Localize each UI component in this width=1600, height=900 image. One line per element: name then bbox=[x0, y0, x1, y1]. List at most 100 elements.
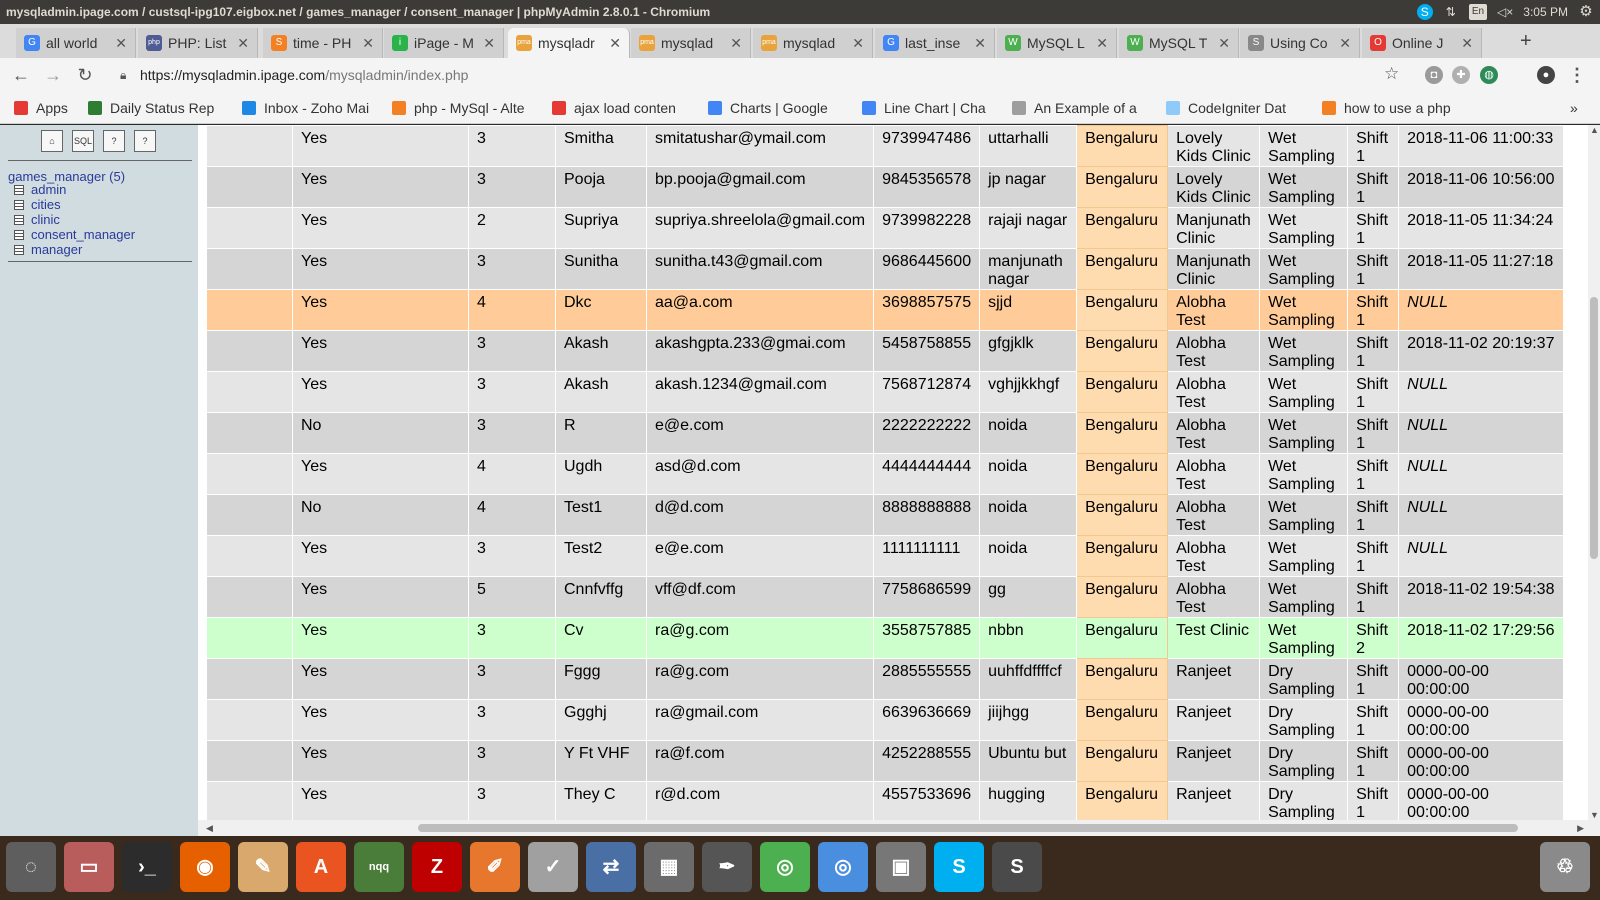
menu-kebab-icon[interactable]: ⋮ bbox=[1566, 64, 1588, 86]
table-row[interactable]: Yes 3 Fggg ra@g.com 2885555555 uuhffdffffcf Be… bbox=[206, 658, 1565, 700]
inkscape-icon[interactable]: ✒ bbox=[702, 842, 752, 892]
browser-tab[interactable]: pma mysqlad ✕ bbox=[631, 28, 751, 58]
table-row[interactable]: Yes 3 Akash akash.1234@gmail.com 7568712874 v… bbox=[206, 371, 1565, 413]
table-row[interactable]: No 4 Test1 d@d.com 8888888888 noida Bengaluru A… bbox=[206, 494, 1565, 536]
notepadqq-icon[interactable]: nqq bbox=[354, 842, 404, 892]
scroll-right-arrow-icon[interactable]: ▶ bbox=[1577, 823, 1584, 834]
horizontal-scrollbar[interactable]: ◀ ▶ bbox=[198, 820, 1600, 836]
close-icon[interactable]: ✕ bbox=[1218, 35, 1230, 52]
scrollbar-thumb[interactable] bbox=[1590, 297, 1598, 559]
docs-icon[interactable]: ? bbox=[134, 130, 156, 152]
close-icon[interactable]: ✕ bbox=[609, 35, 621, 52]
table-row[interactable]: Yes 4 Dkc aa@a.com 3698857575 sjjd Bengaluru Al… bbox=[206, 289, 1565, 331]
sidebar-table-link[interactable]: cities bbox=[14, 197, 61, 212]
skype-icon[interactable]: S bbox=[934, 842, 984, 892]
close-icon[interactable]: ✕ bbox=[1461, 35, 1473, 52]
text-editor-icon[interactable]: ✎ bbox=[238, 842, 288, 892]
table-row[interactable]: Yes 3 Sunitha sunitha.t43@gmail.com 96864456… bbox=[206, 248, 1565, 290]
table-row[interactable]: Yes 3 Cv ra@g.com 3558757885 nbbn Bengaluru Tes… bbox=[206, 617, 1565, 659]
keyboard-layout-indicator[interactable]: En bbox=[1468, 4, 1488, 20]
sublime-text-icon[interactable]: S bbox=[992, 842, 1042, 892]
color-picker-icon[interactable]: ✐ bbox=[470, 842, 520, 892]
ubuntu-dash-icon[interactable]: ◌ bbox=[6, 842, 56, 892]
bookmark-star-icon[interactable]: ☆ bbox=[1384, 64, 1399, 84]
browser-tab[interactable]: Stime - PH ✕ bbox=[263, 28, 383, 58]
bookmarks-overflow-icon[interactable]: » bbox=[1570, 98, 1578, 118]
table-row[interactable]: Yes 3 Ggghj ra@gmail.com 6639636669 jiijhgg Be… bbox=[206, 699, 1565, 741]
sidebar-table-link[interactable]: clinic bbox=[14, 212, 60, 227]
bookmark-item[interactable]: ajax load conten bbox=[552, 98, 692, 118]
close-icon[interactable]: ✕ bbox=[1096, 35, 1108, 52]
firefox-icon[interactable]: ◉ bbox=[180, 842, 230, 892]
address-bar[interactable]: 🔒︎ https://mysqladmin.ipage.com/mysqladm… bbox=[112, 62, 1382, 88]
volume-muted-icon[interactable]: ◁× bbox=[1497, 4, 1513, 20]
scroll-left-arrow-icon[interactable]: ◀ bbox=[206, 823, 213, 834]
horizontal-scrollbar-thumb[interactable] bbox=[418, 824, 1518, 832]
table-row[interactable]: Yes 3 They Cr@d.com 4557533696 hugging Bengal… bbox=[206, 781, 1565, 820]
browser-tab[interactable]: W MySQL T ✕ bbox=[1119, 28, 1239, 58]
table-row[interactable]: Yes 2 Supriya supriya.shreelola@gmail.com 97… bbox=[206, 207, 1565, 249]
settings-gear-icon[interactable]: ⚙ bbox=[1578, 4, 1594, 20]
bookmark-item[interactable]: Inbox - Zoho Mai bbox=[242, 98, 380, 118]
close-icon[interactable]: ✕ bbox=[483, 35, 495, 52]
sidebar-table-link[interactable]: manager bbox=[14, 242, 82, 257]
table-row[interactable]: Yes 5 Cnnfvffg vff@df.com 7758686599 gg Bengal… bbox=[206, 576, 1565, 618]
table-row[interactable]: Yes 3 Y Ft VHF ra@f.com 4252288555 Ubuntu but… bbox=[206, 740, 1565, 782]
reload-icon[interactable]: ↻ bbox=[74, 64, 96, 86]
bookmark-item[interactable]: Charts | Google bbox=[708, 98, 844, 118]
browser-tab[interactable]: Gall world ✕ bbox=[16, 28, 136, 58]
terminal-icon[interactable]: ›_ bbox=[122, 842, 172, 892]
browser-tab[interactable]: pma mysqlad ✕ bbox=[753, 28, 873, 58]
bookmark-item[interactable]: CodeIgniter Dat bbox=[1166, 98, 1306, 118]
bookmark-item[interactable]: An Example of a bbox=[1012, 98, 1152, 118]
chromium-icon[interactable]: ◎ bbox=[818, 842, 868, 892]
home-icon[interactable]: ⌂ bbox=[41, 130, 63, 152]
close-icon[interactable]: ✕ bbox=[362, 35, 374, 52]
filezilla-icon[interactable]: Z bbox=[412, 842, 462, 892]
screenshot-extension-icon[interactable]: ◘ bbox=[1425, 66, 1443, 84]
vpn-extension-icon[interactable]: ◍ bbox=[1480, 66, 1498, 84]
table-row[interactable]: Yes 4 Ugdh asd@d.com 4444444444 noida Bengalur… bbox=[206, 453, 1565, 495]
software-center-icon[interactable]: A bbox=[296, 842, 346, 892]
close-icon[interactable]: ✕ bbox=[115, 35, 127, 52]
extension-icon[interactable]: ✚ bbox=[1452, 66, 1470, 84]
calculator-icon[interactable]: ▦ bbox=[644, 842, 694, 892]
close-icon[interactable]: ✕ bbox=[974, 35, 986, 52]
apps-shortcut[interactable]: Apps bbox=[14, 98, 78, 118]
skype-tray-icon[interactable]: S bbox=[1416, 4, 1433, 20]
browser-tab[interactable]: O Online J ✕ bbox=[1362, 28, 1482, 58]
new-tab-button[interactable]: + bbox=[1520, 30, 1532, 53]
bookmark-item[interactable]: Line Chart | Cha bbox=[862, 98, 996, 118]
screenshot-tool-icon[interactable]: ▣ bbox=[876, 842, 926, 892]
back-arrow-icon[interactable]: ← bbox=[10, 64, 32, 86]
query-window-icon[interactable]: ? bbox=[103, 130, 125, 152]
table-row[interactable]: Yes 3 Smitha smitatushar@ymail.com 973994748… bbox=[206, 125, 1565, 167]
close-icon[interactable]: ✕ bbox=[730, 35, 742, 52]
browser-tab[interactable]: php PHP: List ✕ bbox=[138, 28, 258, 58]
close-icon[interactable]: ✕ bbox=[1339, 35, 1351, 52]
files-icon[interactable]: ▭ bbox=[64, 842, 114, 892]
browser-tab[interactable]: pma mysqladr ✕ bbox=[508, 28, 630, 58]
bookmark-item[interactable]: how to use a php bbox=[1322, 98, 1462, 118]
vertical-scrollbar[interactable]: ▲ ▼ bbox=[1588, 125, 1600, 820]
network-icon[interactable]: ⇅ bbox=[1443, 4, 1459, 20]
table-row[interactable]: No 3 Re@e.com 2222222222 noida Bengaluru Alobh… bbox=[206, 412, 1565, 454]
table-row[interactable]: Yes 3 Pooja bp.pooja@gmail.com 9845356578 jp … bbox=[206, 166, 1565, 208]
forward-arrow-icon[interactable]: → bbox=[42, 64, 64, 86]
browser-tab[interactable]: i iPage - M ✕ bbox=[384, 28, 504, 58]
sidebar-table-link[interactable]: admin bbox=[14, 182, 66, 197]
table-row[interactable]: Yes 3 Akash akashgpta.233@gmai.com 545875885… bbox=[206, 330, 1565, 372]
clock[interactable]: 3:05 PM bbox=[1523, 0, 1568, 24]
sql-icon[interactable]: SQL bbox=[72, 130, 94, 152]
profile-icon[interactable]: ● bbox=[1537, 66, 1555, 84]
browser-tab[interactable]: W MySQL L ✕ bbox=[997, 28, 1117, 58]
table-row[interactable]: Yes 3 Test2 e@e.com 1111111111 noida Bengaluru… bbox=[206, 535, 1565, 577]
sidebar-table-link[interactable]: consent_manager bbox=[14, 227, 135, 242]
close-icon[interactable]: ✕ bbox=[852, 35, 864, 52]
browser-tab[interactable]: S Using Co ✕ bbox=[1240, 28, 1360, 58]
scroll-down-arrow-icon[interactable]: ▼ bbox=[1590, 810, 1599, 820]
remote-desktop-icon[interactable]: ⇄ bbox=[586, 842, 636, 892]
chrome-icon[interactable]: ◎ bbox=[760, 842, 810, 892]
trash-icon[interactable]: ♲ bbox=[1540, 842, 1590, 892]
browser-tab[interactable]: Glast_inse ✕ bbox=[875, 28, 995, 58]
